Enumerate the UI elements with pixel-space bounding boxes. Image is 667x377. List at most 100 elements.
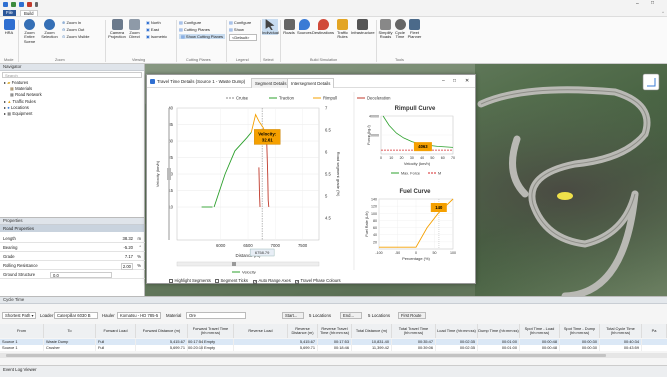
column-header[interactable]: Reverse Travel Time (hh:mm:ss) xyxy=(318,324,352,338)
dialog-close-button[interactable]: ✕ xyxy=(465,75,469,88)
tab-segment-details[interactable]: Segment Details xyxy=(251,78,291,88)
destinations-icon xyxy=(317,19,329,30)
zoom-visible-button[interactable]: ⊙ Zoom Visible xyxy=(62,34,90,39)
zoom-selection-button[interactable]: Zoom Selection xyxy=(40,19,59,40)
dialog-icon xyxy=(150,79,155,84)
road-network-icon: ▦ xyxy=(10,92,14,98)
navigator-search[interactable]: Search xyxy=(2,72,142,78)
cycle-time-panel: Cycle Time Shortest Path ▾ Loader Caterp… xyxy=(0,296,667,377)
column-header[interactable]: To xyxy=(44,324,96,338)
dialog-maximize-button[interactable]: □ xyxy=(453,75,456,88)
collapse-ribbon-icon[interactable]: ^ xyxy=(662,10,664,15)
undo-icon[interactable] xyxy=(19,2,24,7)
east-button[interactable]: ▣ East xyxy=(146,27,159,32)
column-header[interactable]: Dump Time (hh:mm:ss) xyxy=(478,324,520,338)
column-header[interactable]: Spot Time - Dump (hh:mm:ss) xyxy=(560,324,600,338)
show-cutting-icon: ▤ xyxy=(181,34,185,39)
zoom-in-button[interactable]: ⊕ Zoom In xyxy=(62,20,81,25)
column-header[interactable]: From xyxy=(0,324,44,338)
scrollbar-thumb[interactable] xyxy=(6,354,606,357)
isometric-button[interactable]: ▣ Isometric xyxy=(146,34,167,39)
traffic-rules-button[interactable]: Traffic Rules xyxy=(335,19,350,40)
destinations-button[interactable]: Destinations xyxy=(312,19,334,35)
configure-cutting-button[interactable]: ▤ Configure xyxy=(179,20,201,25)
fuel-y-tick: 140 xyxy=(371,198,377,202)
dialog-minimize-button[interactable]: – xyxy=(442,75,445,88)
camera-projection-button[interactable]: Camera Projection xyxy=(107,19,127,40)
window-titlebar: – □ xyxy=(0,0,667,9)
fuel-x-tick: 100 xyxy=(450,251,456,255)
tab-file[interactable]: File xyxy=(3,10,16,16)
y-axis-title: Velocity (km/h) xyxy=(155,160,160,187)
highlight-segments-checkbox[interactable]: Highlight Segments xyxy=(169,278,211,283)
undo-icon[interactable] xyxy=(27,2,32,7)
segment-ticks-checkbox[interactable]: Segment Ticks xyxy=(215,278,248,283)
cycle-time-button[interactable]: Cycle Time xyxy=(394,19,406,40)
fuel-x-tick: -100 xyxy=(375,251,382,255)
isometric-icon: ▣ xyxy=(146,34,150,39)
roads-button[interactable]: Roads xyxy=(282,19,296,35)
sources-button[interactable]: Sources xyxy=(297,19,312,35)
legend-select[interactable]: <Default> xyxy=(229,34,257,41)
column-header[interactable]: Forward Load xyxy=(96,324,136,338)
rimpull-x-tick: 70 xyxy=(451,156,455,160)
rimpull-x-tick: 50 xyxy=(430,156,434,160)
materials-icon: ▦ xyxy=(10,86,14,92)
legend-item: Traction xyxy=(279,96,295,101)
individual-button[interactable]: Individual xyxy=(262,19,279,36)
column-header[interactable]: Pa xyxy=(642,324,667,338)
group-label-viewing: Viewing xyxy=(132,58,146,62)
navigator-panel: Navigator Search ▸ ▰ Features ▦ Material… xyxy=(0,64,145,217)
properties-section-header[interactable]: Road Properties xyxy=(0,225,144,232)
fuel-y-tick: 20 xyxy=(373,240,377,244)
hra-button[interactable]: HRA xyxy=(2,19,16,35)
tab-intersegment-details[interactable]: Intersegment Details xyxy=(287,78,335,88)
minimize-button[interactable]: – xyxy=(636,1,639,7)
traffic-rules-icon xyxy=(337,19,348,30)
navigator-tree: ▸ ▰ Features ▦ Materials ▦ Road Network … xyxy=(0,80,144,117)
column-header[interactable]: Reverse Distance (m) xyxy=(288,324,318,338)
rimpull-y-title: Force (kg-f) xyxy=(367,124,371,144)
column-header[interactable]: Forward Distance (m) xyxy=(136,324,188,338)
maximize-button[interactable]: □ xyxy=(651,0,654,6)
group-label-legend: Legend xyxy=(236,58,249,62)
travel-phase-colours-checkbox[interactable]: ✓ Travel Phase Colours xyxy=(295,278,341,284)
navigation-cube-icon[interactable] xyxy=(642,73,660,91)
simplify-icon xyxy=(380,19,391,30)
app-icon xyxy=(3,2,8,7)
show-cutting-planes-button[interactable]: ▤ Show Cutting Planes xyxy=(179,34,226,39)
column-header[interactable]: Total Cycle Time (hh:mm:ss) xyxy=(600,324,642,338)
tree-item-equipment[interactable]: ▸ ▦ Equipment xyxy=(4,111,144,117)
horizontal-scrollbar[interactable] xyxy=(0,353,667,358)
selected-segment-marker[interactable] xyxy=(557,192,573,200)
column-header[interactable]: Reverse Load xyxy=(234,324,288,338)
tab-build[interactable]: Build xyxy=(20,10,38,16)
table-row[interactable]: Source 1 Crusher Full 5,699.71 00:20:10 … xyxy=(0,345,667,351)
zoom-direct-button[interactable]: Zoom Direct xyxy=(128,19,141,40)
infrastructure-button[interactable]: Infrastructure xyxy=(351,19,375,35)
fuel-y-tick: 60 xyxy=(373,226,377,230)
zoom-entire-icon xyxy=(24,19,35,30)
zoom-out-button[interactable]: ⊖ Zoom Out xyxy=(62,27,84,32)
auto-range-axes-checkbox[interactable]: ✓ Auto Range Axes xyxy=(253,278,291,284)
column-header[interactable]: Total Distance (m) xyxy=(352,324,392,338)
x-tick-label: 7000 xyxy=(271,243,281,248)
dropdown-icon[interactable] xyxy=(35,2,38,7)
configure-legend-button[interactable]: ▤ Configure xyxy=(229,20,251,25)
column-header[interactable]: Total Travel Time (hh:mm:ss) xyxy=(392,324,436,338)
zoom-entire-button[interactable]: Zoom Entire Scene xyxy=(20,19,39,44)
cutting-planes-button[interactable]: ▤ Cutting Planes xyxy=(179,27,210,32)
column-header[interactable]: Load Time (hh:mm:ss) xyxy=(436,324,478,338)
column-header[interactable]: Spot Time - Load (hh:mm:ss) xyxy=(520,324,560,338)
column-header[interactable]: Forward Travel Time (hh:mm:ss) xyxy=(188,324,234,338)
show-legend-button[interactable]: ▤ Show xyxy=(229,27,244,32)
fleet-planner-button[interactable]: Fleet Planner xyxy=(407,19,422,40)
x-tick-label: 7500 xyxy=(298,243,308,248)
north-button[interactable]: ▣ North xyxy=(146,20,161,25)
event-log-bar[interactable]: Event Log Viewer xyxy=(0,365,667,377)
simplify-roads-button[interactable]: Simplify Roads xyxy=(378,19,393,40)
save-icon[interactable] xyxy=(11,2,16,7)
group-label-select: Select xyxy=(263,58,274,62)
navigator-title: Navigator xyxy=(0,64,144,71)
folder-icon: ▰ xyxy=(7,80,11,85)
